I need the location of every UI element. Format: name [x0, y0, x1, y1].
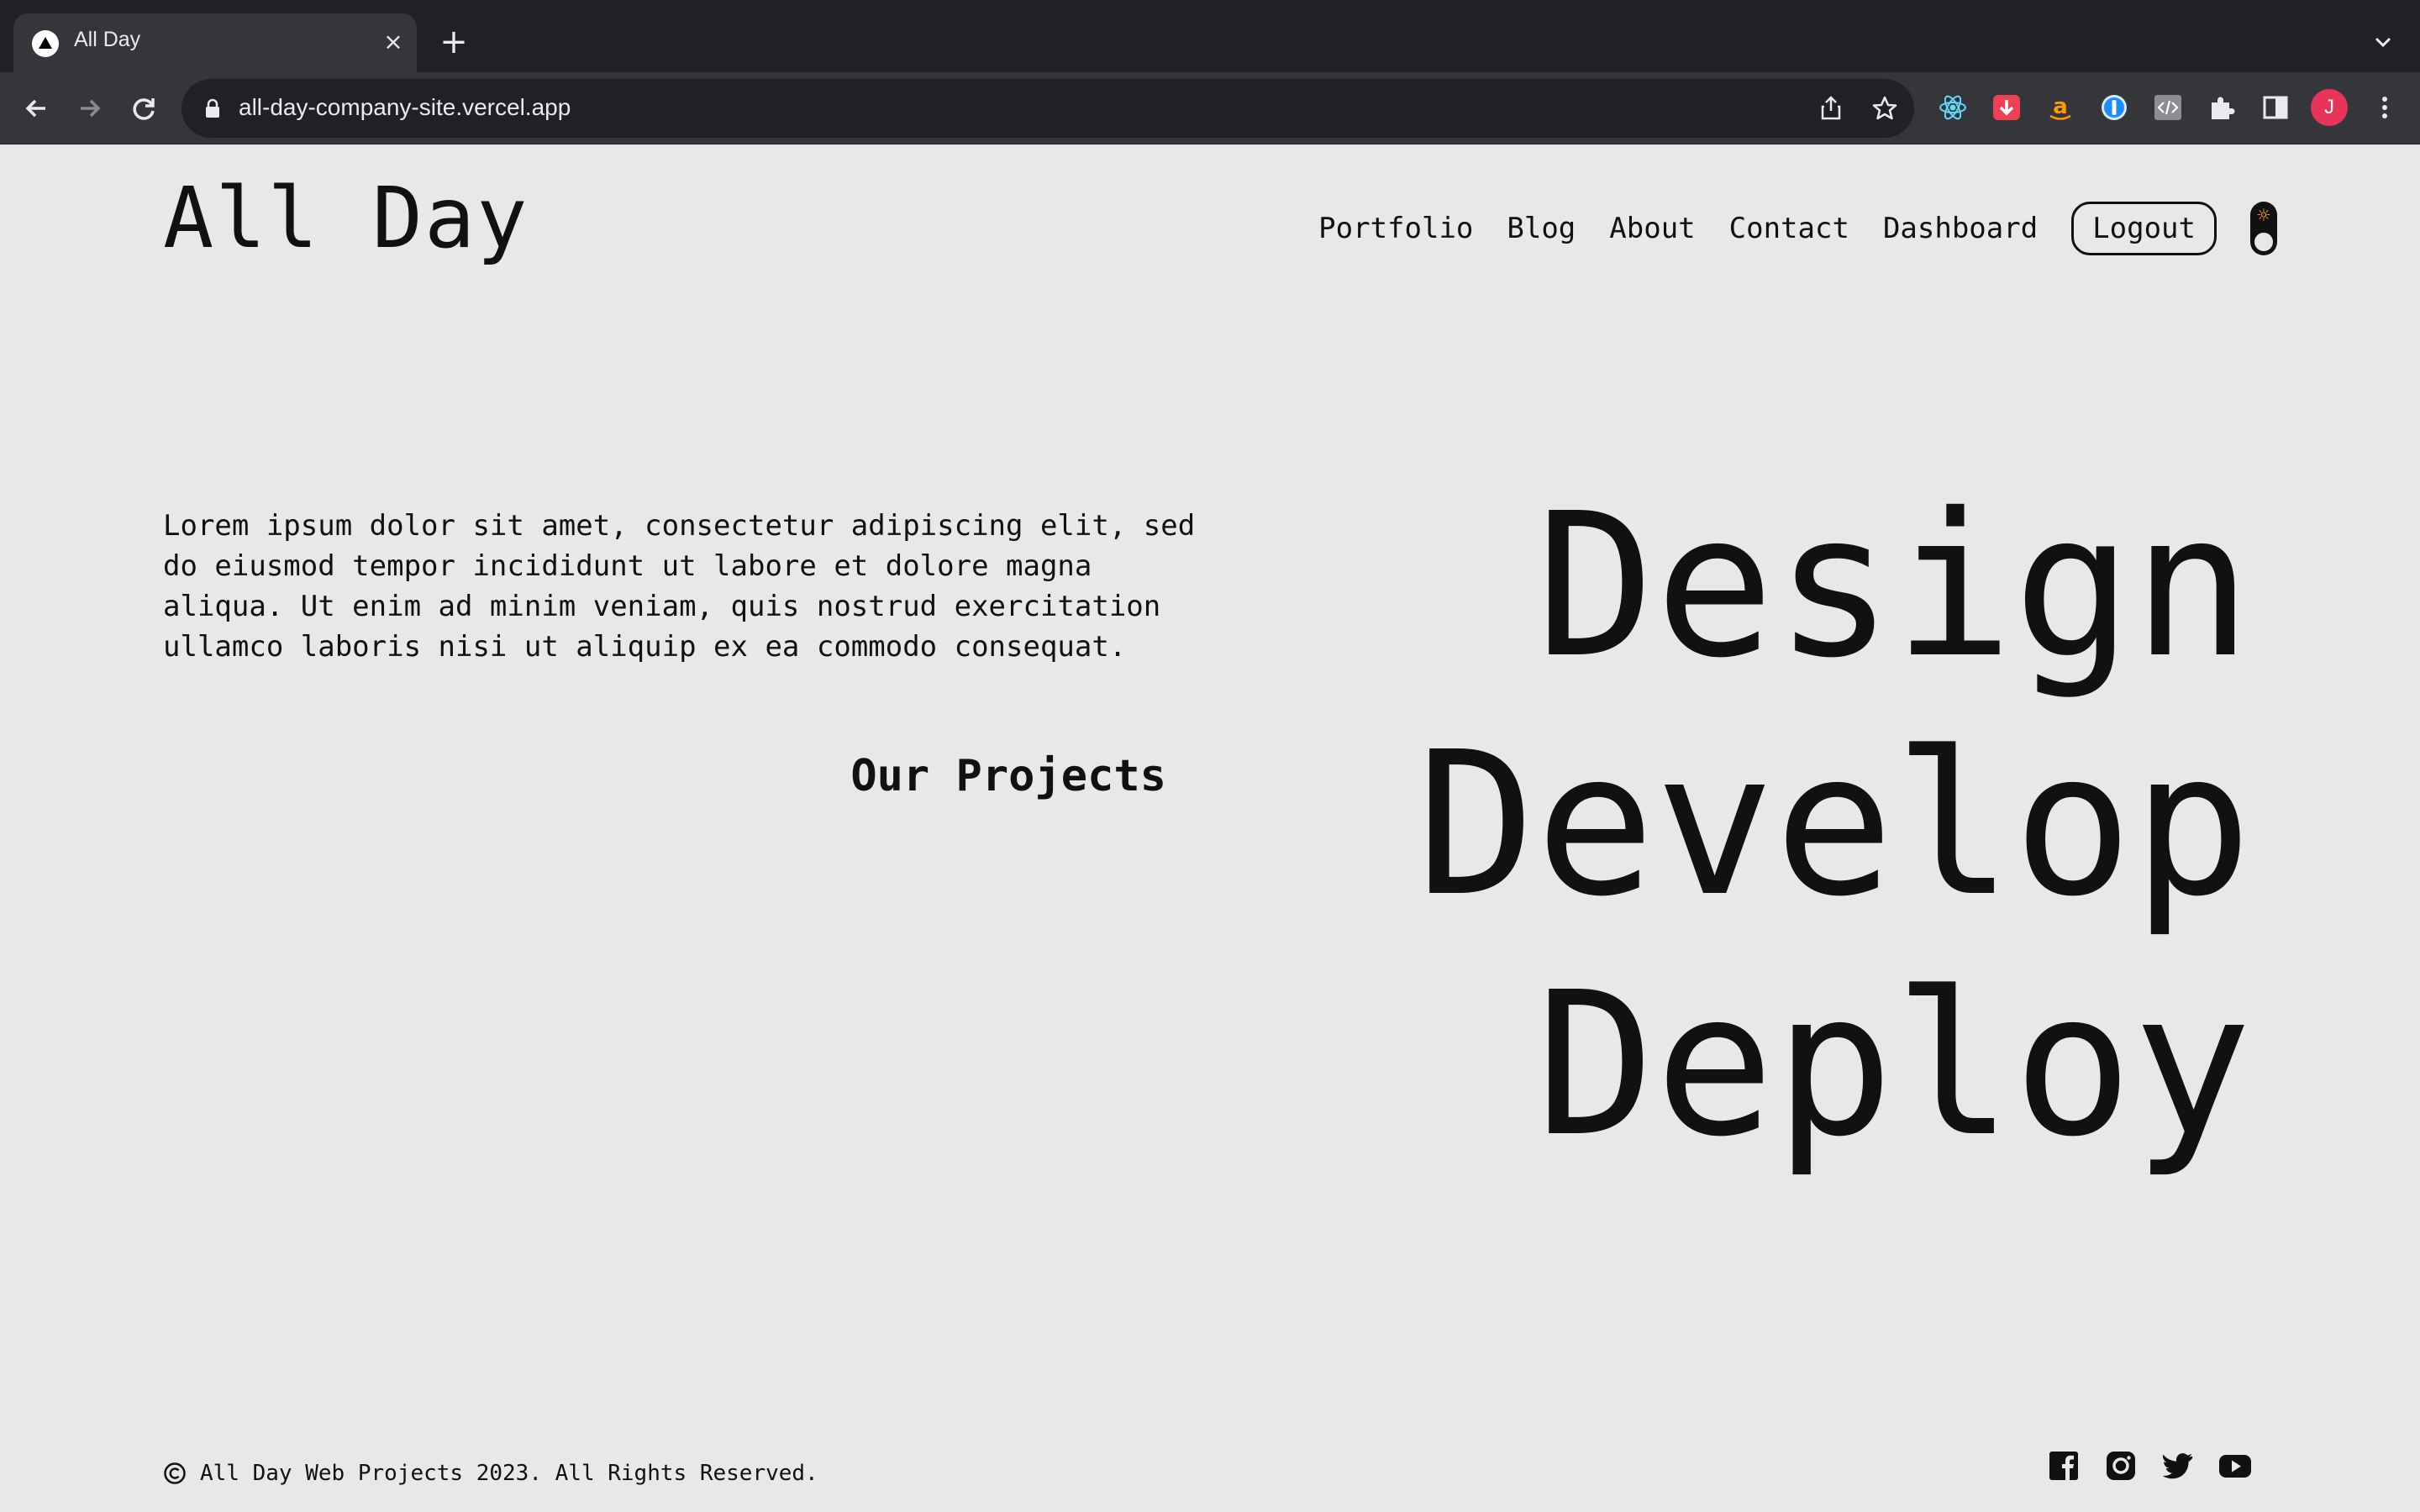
close-tab-icon[interactable]: ×: [380, 29, 407, 55]
address-bar[interactable]: all-day-company-site.vercel.app: [182, 79, 1914, 138]
instagram-icon[interactable]: [2104, 1449, 2138, 1483]
our-projects-heading[interactable]: Our Projects: [850, 754, 1166, 798]
vercel-favicon-icon: [32, 30, 59, 57]
new-tab-icon[interactable]: +: [437, 25, 471, 59]
pocket-extension-icon[interactable]: [1990, 91, 2023, 124]
amazon-extension-icon[interactable]: a: [2044, 91, 2077, 124]
headline-develop: Develop: [1416, 709, 2252, 940]
facebook-icon[interactable]: [2047, 1449, 2081, 1483]
twitter-icon[interactable]: [2161, 1449, 2195, 1483]
code-extension-icon[interactable]: [2151, 91, 2185, 124]
toggle-knob: [2253, 231, 2275, 253]
svg-text:a: a: [2053, 94, 2068, 119]
footer-copyright: All Day Web Projects 2023. All Rights Re…: [163, 1461, 818, 1486]
tab-search-chevron-icon[interactable]: [2368, 27, 2398, 57]
side-panel-icon[interactable]: [2259, 91, 2292, 124]
copyright-icon: [164, 1462, 186, 1484]
tab-title: All Day: [74, 28, 141, 51]
youtube-icon[interactable]: [2218, 1449, 2252, 1483]
reload-icon[interactable]: [126, 91, 161, 126]
back-arrow-icon[interactable]: [18, 91, 54, 126]
nav-link-about[interactable]: About: [1609, 212, 1695, 245]
nav-link-contact[interactable]: Contact: [1729, 212, 1849, 245]
main-nav: Portfolio Blog About Contact Dashboard L…: [1285, 202, 2277, 255]
browser-tab-strip: All Day × +: [0, 0, 2420, 72]
browser-tab[interactable]: All Day ×: [13, 13, 417, 72]
headline-deploy: Deploy: [1535, 949, 2252, 1180]
intro-paragraph: Lorem ipsum dolor sit amet, consectetur …: [163, 509, 1196, 664]
onepassword-extension-icon[interactable]: [2097, 91, 2131, 124]
web-page: All Day Portfolio Blog About Contact Das…: [0, 144, 2420, 1512]
site-logo[interactable]: All Day: [163, 176, 529, 260]
theme-toggle[interactable]: ☼: [2250, 202, 2277, 255]
lock-icon[interactable]: [202, 97, 224, 119]
bookmark-star-icon[interactable]: [1870, 94, 1899, 123]
share-icon[interactable]: [1817, 94, 1845, 123]
react-devtools-extension-icon[interactable]: [1936, 91, 1970, 124]
nav-link-blog[interactable]: Blog: [1507, 212, 1576, 245]
profile-avatar[interactable]: J: [2311, 89, 2348, 126]
url-text: all-day-company-site.vercel.app: [239, 94, 571, 120]
forward-arrow-icon[interactable]: [72, 91, 108, 126]
nav-link-portfolio[interactable]: Portfolio: [1318, 212, 1473, 245]
sun-icon: ☼: [2256, 205, 2271, 225]
copyright-text: All Day Web Projects 2023. All Rights Re…: [200, 1461, 818, 1486]
browser-toolbar: all-day-company-site.vercel.app a J: [0, 72, 2420, 144]
chrome-menu-kebab-icon[interactable]: [2368, 91, 2402, 124]
headline-design: Design: [1535, 470, 2252, 701]
extensions-puzzle-icon[interactable]: [2205, 91, 2238, 124]
logout-button[interactable]: Logout: [2071, 202, 2217, 255]
nav-link-dashboard[interactable]: Dashboard: [1883, 212, 2038, 245]
